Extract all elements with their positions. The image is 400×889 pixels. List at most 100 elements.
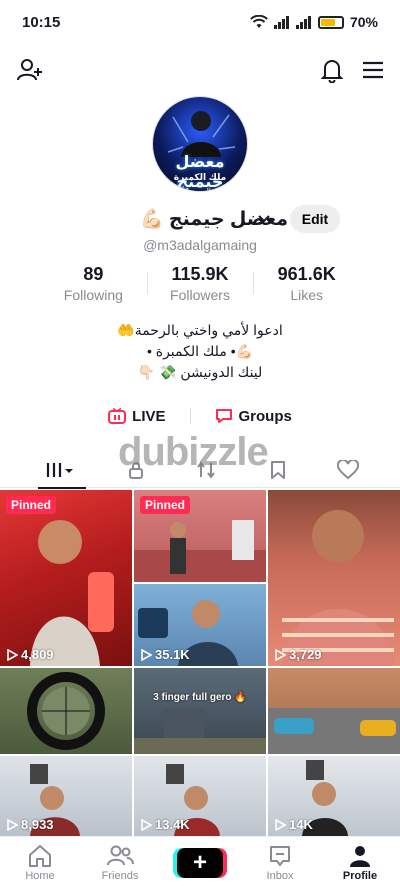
view-count: 4,809	[6, 647, 54, 662]
bio-line: 💪🏻• ملك الكمبرة •	[146, 343, 254, 359]
bio-line: ادعوا لأمي واختي بالرحمة🤲	[117, 322, 283, 338]
video-thumbnail[interactable]: Pinned	[134, 490, 266, 582]
chevron-down-icon[interactable]	[257, 214, 271, 224]
stat-followers[interactable]: 115.9K Followers	[146, 264, 254, 306]
status-time: 10:15	[22, 13, 61, 31]
nav-profile[interactable]: Profile	[320, 837, 400, 889]
stat-following[interactable]: 89 Following	[40, 264, 147, 306]
battery-percent: 70%	[349, 14, 378, 30]
chat-bubble-icon	[215, 409, 232, 423]
groups-label: Groups	[238, 407, 292, 425]
friends-icon	[107, 845, 134, 866]
play-icon	[275, 818, 286, 831]
create-button[interactable]: +	[177, 848, 223, 878]
groups-link[interactable]: Groups	[215, 408, 292, 425]
view-count: 3,729	[274, 647, 322, 662]
bottom-nav: Home Friends + Inbox Profile	[0, 836, 400, 889]
video-thumbnail[interactable]	[268, 668, 400, 754]
nav-label: Friends	[101, 870, 139, 882]
video-thumbnail[interactable]: 3 finger full gero 🔥	[134, 668, 266, 754]
video-thumbnail[interactable]: 35.1K	[134, 584, 266, 666]
wifi-icon	[250, 15, 268, 28]
battery-icon	[317, 15, 344, 29]
bio: ادعوا لأمي واختي بالرحمة🤲 💪🏻• ملك الكمبر…	[0, 320, 400, 383]
profile-icon	[350, 846, 370, 867]
view-count-text: 14K	[289, 817, 313, 832]
view-count-text: 13.4K	[155, 817, 190, 832]
nav-inbox[interactable]: Inbox	[240, 837, 320, 889]
pinned-badge: Pinned	[6, 496, 57, 514]
pinned-badge: Pinned	[140, 496, 191, 514]
view-count-text: 4,809	[21, 647, 54, 662]
add-friend-icon[interactable]	[14, 54, 46, 86]
view-count-text: 35.1K	[155, 647, 190, 662]
edit-profile-button[interactable]: Edit	[290, 205, 340, 233]
thumbnail-art	[27, 672, 105, 750]
nav-create[interactable]: +	[160, 837, 240, 889]
stat-label: Likes	[290, 287, 324, 303]
links-divider	[189, 408, 191, 424]
view-count-text: 3,729	[289, 647, 322, 662]
view-count: 8,933	[6, 817, 54, 832]
nav-friends[interactable]: Friends	[80, 837, 160, 889]
grid-column: Pinned 35.1K 3 finger full gero 🔥 13.4K	[134, 490, 266, 836]
thumbnail-art	[268, 708, 400, 754]
dubizzle-watermark: dubizzle	[118, 430, 269, 474]
view-count: 13.4K	[140, 817, 190, 832]
thumbnail-art	[30, 520, 114, 666]
profile-links: LIVE Groups	[0, 404, 400, 428]
view-count: 35.1K	[140, 647, 190, 662]
stat-likes[interactable]: 961.6K Likes	[253, 264, 360, 306]
stat-value: 961.6K	[277, 264, 336, 284]
stats-row: 89 Following 115.9K Followers 961.6K Lik…	[40, 264, 360, 306]
play-icon	[7, 818, 18, 831]
tab-liked[interactable]	[314, 452, 382, 488]
live-label: LIVE	[132, 407, 166, 425]
video-thumbnail[interactable]: 8,933	[0, 756, 132, 836]
status-bar: 10:15 70%	[0, 0, 400, 44]
video-thumbnail[interactable]: 13.4K	[134, 756, 266, 836]
heart-icon	[337, 460, 359, 480]
stat-value: 89	[83, 264, 104, 284]
bio-line: لينك الدونيشن 💸 👇🏻	[137, 364, 263, 380]
thumbnail-art	[282, 510, 394, 666]
grid-columns-icon	[46, 463, 73, 477]
avatar-subtitle: ملك الكمبرة	[173, 172, 227, 182]
nav-home[interactable]: Home	[0, 837, 80, 889]
live-icon	[108, 408, 127, 424]
video-thumbnail[interactable]: 14K	[268, 756, 400, 836]
play-icon	[141, 818, 152, 831]
video-grid: Pinned 4,809 8,933 Pinned 35.1K 3 finger…	[0, 490, 400, 836]
signal-icon-2	[295, 15, 311, 29]
avatar[interactable]: معضل جيمنج ملك الكمبرة	[152, 96, 248, 192]
notification-bell-icon[interactable]	[316, 54, 348, 86]
nav-label: Home	[25, 870, 55, 882]
inbox-icon	[270, 846, 290, 866]
stat-value: 115.9K	[171, 264, 229, 284]
nav-label: Inbox	[266, 870, 294, 882]
play-icon	[141, 648, 152, 661]
signal-icon	[273, 15, 289, 29]
video-thumbnail[interactable]: Pinned 4,809	[0, 490, 132, 666]
tab-videos[interactable]	[28, 452, 96, 489]
profile-handle: @m3adalgamaing	[143, 237, 257, 253]
menu-icon[interactable]	[357, 54, 389, 86]
video-caption: 3 finger full gero 🔥	[153, 692, 247, 703]
stat-label: Following	[63, 287, 123, 303]
play-icon	[275, 648, 286, 661]
top-bar	[0, 54, 400, 88]
view-count: 14K	[274, 817, 313, 832]
view-count-text: 8,933	[21, 817, 54, 832]
video-thumbnail[interactable]	[0, 668, 132, 754]
grid-column: Pinned 4,809 8,933	[0, 490, 132, 836]
status-icons: 70%	[250, 14, 378, 30]
bookmark-icon	[271, 461, 285, 479]
play-icon	[7, 648, 18, 661]
home-icon	[29, 845, 51, 867]
thumbnail-art	[134, 708, 266, 754]
nav-label: Profile	[342, 870, 378, 882]
live-link[interactable]: LIVE	[108, 407, 166, 425]
grid-column: 3,729 14K	[268, 490, 400, 836]
stat-label: Followers	[170, 287, 230, 303]
video-thumbnail[interactable]: 3,729	[268, 490, 400, 666]
